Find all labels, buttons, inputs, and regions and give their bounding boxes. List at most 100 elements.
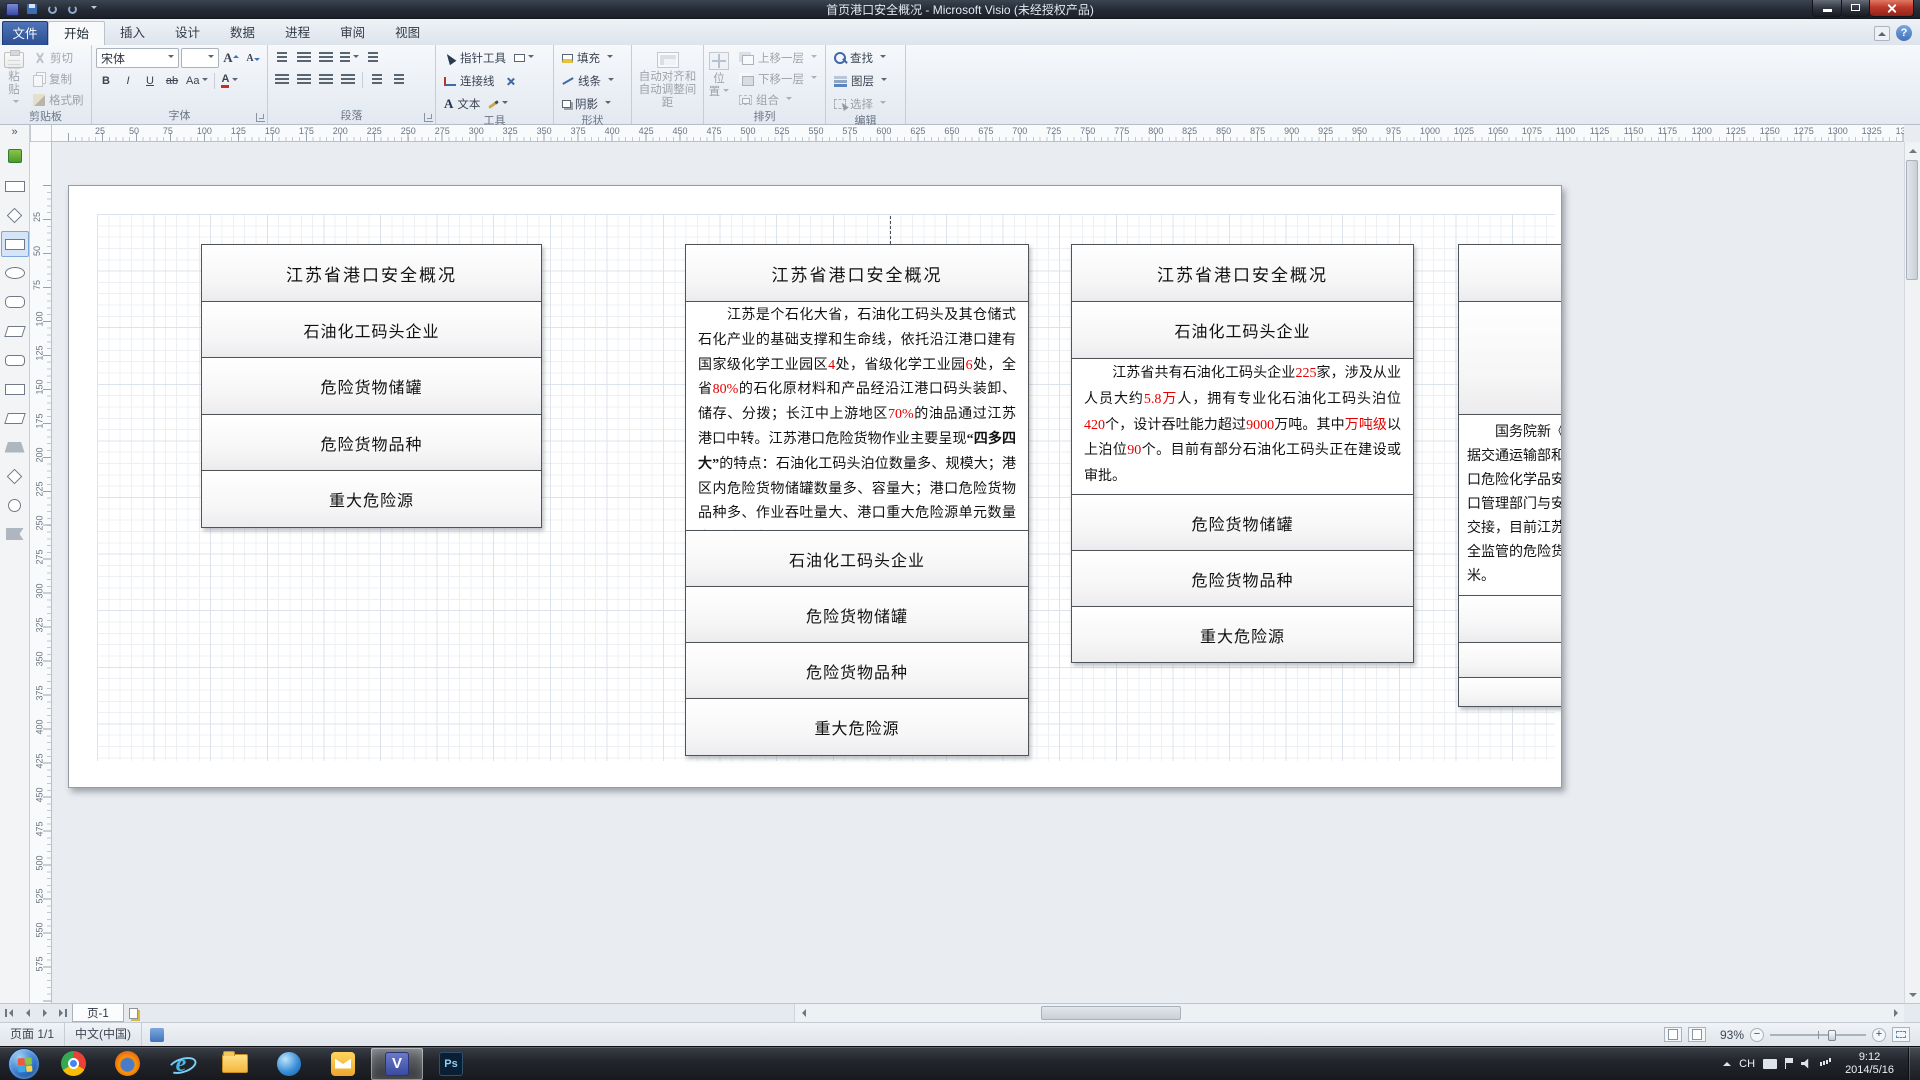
align-middle-button[interactable] xyxy=(389,70,409,89)
stencil-shape-rounded-rectangle[interactable] xyxy=(1,347,29,373)
strikethrough-button[interactable]: ab xyxy=(162,71,182,90)
flowchart-shape[interactable]: 危险货物储罐 xyxy=(685,586,1029,643)
shrink-font-button[interactable]: A xyxy=(243,49,263,68)
flowchart-shape[interactable] xyxy=(1458,301,1562,415)
align-left-button[interactable] xyxy=(272,70,292,89)
page-indicator[interactable]: 页面 1/1 xyxy=(0,1023,65,1046)
group-button[interactable]: 组合 xyxy=(735,90,821,110)
taskbar-visio-button[interactable] xyxy=(371,1048,423,1080)
font-size-combo[interactable] xyxy=(181,48,219,68)
stencil-shape-parallelogram[interactable] xyxy=(1,318,29,344)
view-normal-button[interactable] xyxy=(1664,1027,1682,1042)
underline-button[interactable]: U xyxy=(140,71,160,90)
taskbar-firefox-button[interactable] xyxy=(101,1048,153,1080)
fill-button[interactable]: 填充 xyxy=(558,48,627,68)
stencil-shape-diamond-2[interactable] xyxy=(1,463,29,489)
flowchart-shape[interactable]: 危险货物品种 xyxy=(685,642,1029,699)
line-button[interactable]: 线条 xyxy=(558,71,627,91)
stencil-shape-rectangle-2[interactable] xyxy=(1,376,29,402)
ime-language-indicator[interactable]: CH xyxy=(1739,1058,1755,1070)
flowchart-shape[interactable] xyxy=(1458,595,1562,643)
previous-page-button[interactable] xyxy=(18,1004,36,1022)
tab-视图[interactable]: 视图 xyxy=(380,21,435,45)
scroll-left-button[interactable] xyxy=(795,1004,811,1022)
copy-button[interactable]: 复制 xyxy=(29,69,88,89)
start-button[interactable] xyxy=(8,1048,40,1080)
auto-align-space-button[interactable]: 自动对齐和自动调整间距 xyxy=(636,48,699,110)
tab-进程[interactable]: 进程 xyxy=(270,21,325,45)
flowchart-shape[interactable]: 江苏省港口安全概况 xyxy=(1071,244,1414,302)
text-direction-button[interactable] xyxy=(363,48,383,67)
stencil-shape-callout[interactable] xyxy=(1,289,29,315)
stencil-shape-rectangle-selected[interactable] xyxy=(1,231,29,257)
first-page-button[interactable] xyxy=(0,1004,18,1022)
zoom-out-button[interactable]: − xyxy=(1750,1028,1764,1042)
page-tab[interactable]: 页-1 xyxy=(72,1004,124,1022)
layers-button[interactable]: 图层 xyxy=(830,71,901,91)
flowchart-shape[interactable]: 石油化工码头企业 xyxy=(1071,301,1414,359)
minimize-button[interactable] xyxy=(1812,0,1842,17)
scroll-up-button[interactable] xyxy=(1905,142,1920,158)
clock[interactable]: 9:12 2014/5/16 xyxy=(1839,1051,1900,1077)
stencil-document-icon[interactable] xyxy=(8,149,22,163)
fit-page-to-window-button[interactable] xyxy=(1892,1027,1910,1042)
ruler-horizontal[interactable]: 2550751001251501752002252502753003253503… xyxy=(52,125,1904,142)
freeform-tool-button[interactable] xyxy=(486,95,510,114)
paste-button[interactable]: 粘贴 xyxy=(4,48,24,110)
help-button[interactable] xyxy=(1896,25,1912,41)
justify-button[interactable] xyxy=(338,70,358,89)
redo-button[interactable] xyxy=(63,1,81,17)
font-dialog-launcher-icon[interactable] xyxy=(256,113,265,122)
close-button[interactable] xyxy=(1870,0,1914,17)
ruler-vertical[interactable]: 2550751001251501752002252502753003253503… xyxy=(30,142,52,1003)
taskbar-photoshop-button[interactable] xyxy=(425,1048,477,1080)
stencil-shape-parallelogram-2[interactable] xyxy=(1,405,29,431)
grow-font-button[interactable]: A xyxy=(221,49,241,68)
font-color-button[interactable]: A xyxy=(219,71,240,90)
flowchart-shape[interactable]: 江苏省港口安全概况 xyxy=(685,244,1029,302)
tab-设计[interactable]: 设计 xyxy=(160,21,215,45)
next-page-button[interactable] xyxy=(36,1004,54,1022)
flowchart-shape[interactable]: 重大危险源 xyxy=(201,470,542,528)
zoom-slider-thumb[interactable] xyxy=(1828,1030,1836,1041)
language-indicator[interactable]: 中文(中国) xyxy=(65,1023,142,1046)
rectangle-tool-button[interactable] xyxy=(512,49,536,68)
flowchart-text-shape[interactable]: 江苏省共有石油化工码头企业225家，涉及从业人员大约5.8万人，拥有专业化石油化… xyxy=(1071,358,1414,495)
expand-shapes-panel-button[interactable] xyxy=(0,125,29,141)
volume-icon[interactable] xyxy=(1801,1059,1812,1069)
italic-button[interactable]: I xyxy=(118,71,138,90)
align-right-button[interactable] xyxy=(316,70,336,89)
minimize-ribbon-button[interactable] xyxy=(1874,26,1890,41)
show-hidden-icons-button[interactable] xyxy=(1723,1058,1731,1066)
flowchart-text-shape[interactable]: 国务院新《 据交通运输部和 口危险化学品安 口管理部门与安 交接，目前江苏 全监… xyxy=(1458,414,1562,596)
tab-开始[interactable]: 开始 xyxy=(48,21,105,45)
bring-forward-button[interactable]: 上移一层 xyxy=(735,48,821,68)
decrease-indent-button[interactable] xyxy=(294,48,314,67)
flowchart-shape[interactable]: 石油化工码头企业 xyxy=(201,301,542,358)
stencil-shape-circle[interactable] xyxy=(1,492,29,518)
taskbar-browser-button[interactable] xyxy=(263,1048,315,1080)
connector-tool-button[interactable]: 连接线 xyxy=(440,71,499,91)
stencil-shape-rectangle[interactable] xyxy=(1,173,29,199)
file-tab[interactable]: 文件 xyxy=(2,21,48,45)
taskbar-mail-button[interactable] xyxy=(317,1048,369,1080)
horizontal-scrollbar-thumb[interactable] xyxy=(1041,1006,1181,1020)
undo-button[interactable] xyxy=(43,1,61,17)
maximize-button[interactable] xyxy=(1842,0,1870,17)
view-fullscreen-button[interactable] xyxy=(1688,1027,1706,1042)
flowchart-shape[interactable] xyxy=(1458,677,1562,707)
align-center-button[interactable] xyxy=(294,70,314,89)
connection-point-tool-button[interactable] xyxy=(501,72,521,91)
tab-数据[interactable]: 数据 xyxy=(215,21,270,45)
vertical-scrollbar[interactable] xyxy=(1904,142,1920,1003)
font-family-combo[interactable]: 宋体 xyxy=(96,48,179,68)
scroll-down-button[interactable] xyxy=(1905,987,1920,1003)
format-painter-button[interactable]: 格式刷 xyxy=(29,90,88,110)
scroll-right-button[interactable] xyxy=(1888,1004,1904,1022)
horizontal-scrollbar-track[interactable] xyxy=(811,1004,1888,1022)
position-button[interactable]: 位置 xyxy=(708,48,730,110)
zoom-level[interactable]: 93% xyxy=(1712,1028,1744,1042)
keyboard-layout-icon[interactable] xyxy=(1763,1059,1777,1069)
stencil-shape-trapezoid[interactable] xyxy=(1,434,29,460)
flowchart-shape[interactable]: 重大危险源 xyxy=(1071,606,1414,663)
